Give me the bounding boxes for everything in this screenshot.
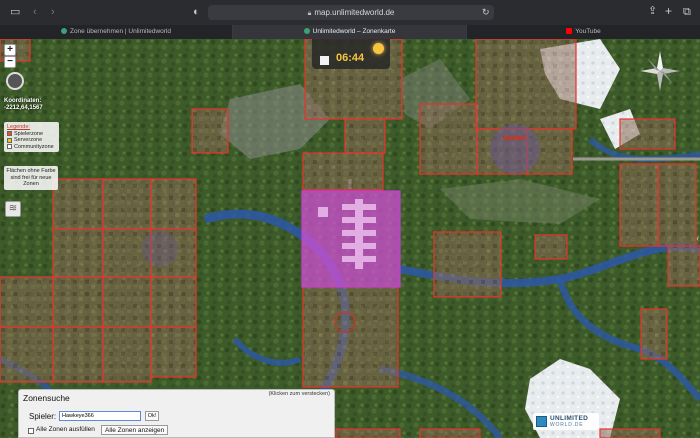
- zone-search-panel: Zonensuche (Klicken zum verstecken) Spie…: [18, 389, 335, 438]
- tab-favicon-icon: [60, 28, 67, 34]
- new-tab-icon[interactable]: +: [665, 5, 672, 17]
- map-terrain[interactable]: [0, 39, 700, 438]
- player-label: Spieler:: [29, 412, 57, 421]
- privacy-shield-icon[interactable]: ◐: [193, 7, 200, 18]
- tab-zone-uebernehmen[interactable]: Zone übernehmen | Unlimitedworld: [0, 25, 233, 39]
- zoom-in-button[interactable]: +: [4, 44, 16, 56]
- game-clock: 06:44: [312, 39, 390, 69]
- browser-toolbar: ▭ ‹ › ◐ 🔒︎ map.unlimitedworld.de ↻ ⇪ + ⧉: [0, 0, 700, 25]
- tab-label: Unlimitedworld – Zonenkarte: [312, 28, 396, 35]
- youtube-icon: [566, 28, 573, 34]
- coordinates-display: Koordinaten: -2212,64,1567: [4, 98, 43, 112]
- chevron-left-icon[interactable]: ‹: [696, 234, 699, 243]
- forward-icon[interactable]: ›: [51, 7, 55, 18]
- tab-overview-icon[interactable]: ⧉: [683, 7, 691, 18]
- back-icon[interactable]: ‹: [33, 7, 37, 18]
- tab-favicon-icon: [303, 28, 310, 34]
- logo-line2: WORLD.DE: [550, 422, 584, 428]
- cube-icon: [536, 416, 547, 427]
- fill-all-label: Alle Zonen ausfüllen: [36, 426, 95, 433]
- player-search-input[interactable]: [59, 411, 141, 421]
- legend-item-community: Communityzone: [7, 144, 56, 151]
- compass-icon: [640, 51, 680, 91]
- hide-panel-link[interactable]: (Klicken zum verstecken): [269, 391, 330, 397]
- show-all-button[interactable]: Alle Zonen anzeigen: [101, 425, 169, 435]
- tab-zonenkarte[interactable]: Unlimitedworld – Zonenkarte: [233, 25, 467, 39]
- tab-label: Zone übernehmen | Unlimitedworld: [69, 28, 172, 35]
- sidebar-icon[interactable]: ▭: [10, 7, 20, 18]
- coordinates-value: -2212,64,1567: [4, 105, 43, 111]
- swatch-icon: [7, 131, 12, 137]
- share-icon[interactable]: ⇪: [648, 6, 657, 17]
- legend: Legende: Spielerzone Serverzone Communit…: [4, 122, 59, 152]
- layers-icon[interactable]: ≋: [5, 201, 21, 217]
- zone-search-title: Zonensuche: [23, 393, 70, 403]
- moon-icon: [320, 56, 329, 65]
- swatch-icon: [7, 137, 12, 143]
- fill-all-checkbox[interactable]: [28, 428, 34, 434]
- clock-time: 06:44: [336, 52, 365, 64]
- address-bar[interactable]: 🔒︎ map.unlimitedworld.de: [208, 5, 494, 20]
- reload-icon[interactable]: ↻: [482, 7, 490, 18]
- logo-line1: UNLIMITED: [550, 415, 589, 422]
- tab-strip: Zone übernehmen | Unlimitedworld Unlimit…: [0, 25, 700, 39]
- coordinates-label: Koordinaten:: [4, 98, 42, 104]
- swatch-icon: [7, 144, 12, 150]
- zoom-out-button[interactable]: −: [4, 56, 16, 68]
- sun-icon: [373, 43, 384, 54]
- legend-label: Communityzone: [14, 143, 54, 150]
- tab-label: YouTube: [575, 28, 601, 35]
- ok-button[interactable]: Ok!: [145, 411, 159, 421]
- daylight-toggle-icon[interactable]: [6, 72, 24, 90]
- free-area-note: Flächen ohne Farbe sind frei für neue Zo…: [4, 166, 58, 190]
- zone-map[interactable]: + − Koordinaten: -2212,64,1567 Legende: …: [0, 39, 700, 438]
- unlimitedworld-logo: UNLIMITED WORLD.DE: [533, 413, 599, 430]
- lock-icon: 🔒︎: [307, 10, 312, 17]
- tab-youtube[interactable]: YouTube: [467, 25, 700, 39]
- url-text: map.unlimitedworld.de: [314, 8, 395, 17]
